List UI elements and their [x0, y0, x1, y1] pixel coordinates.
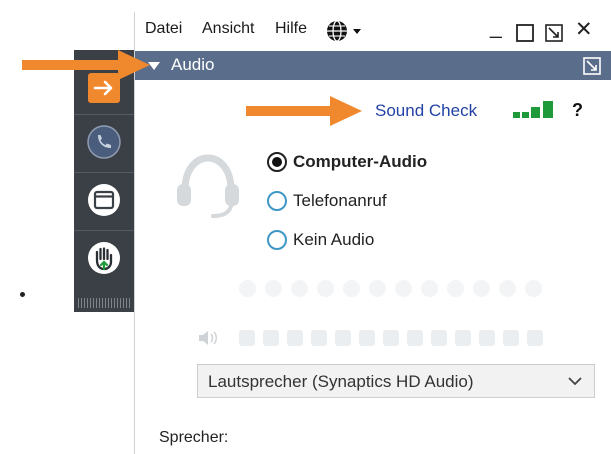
tutorial-arrow-icon: [246, 96, 362, 126]
speaker-device-value: Lautsprecher (Synaptics HD Audio): [208, 372, 474, 391]
toolbar-grip[interactable]: [78, 298, 130, 308]
raise-hand-icon: [88, 242, 120, 274]
radio-button[interactable]: [267, 191, 287, 211]
sound-check-link[interactable]: Sound Check: [375, 101, 477, 121]
popout-icon: [545, 24, 563, 42]
radio-telephone[interactable]: Telefonanruf: [267, 188, 387, 214]
raise-hand-button[interactable]: [80, 234, 128, 282]
help-button[interactable]: ?: [572, 100, 583, 121]
audio-window: Datei Ansicht Hilfe _ ✕ Audio Sound Chec…: [134, 12, 611, 454]
menu-file[interactable]: Datei: [145, 20, 182, 38]
minimize-button[interactable]: _: [490, 16, 502, 40]
window-icon: [88, 184, 120, 216]
maximize-icon: [516, 24, 534, 42]
radio-no-audio[interactable]: Kein Audio: [267, 227, 374, 253]
menu-view[interactable]: Ansicht: [202, 20, 254, 38]
audio-panel-header[interactable]: Audio: [135, 51, 611, 80]
radio-button[interactable]: [267, 230, 287, 250]
speaker-volume-icon: [199, 331, 217, 345]
headset-icon: [177, 154, 239, 218]
speaker-device-select[interactable]: Lautsprecher (Synaptics HD Audio): [197, 364, 595, 398]
panel-popout-icon[interactable]: [583, 57, 601, 75]
speaker-level-meter: [239, 330, 551, 346]
tutorial-arrow-icon: [22, 50, 150, 80]
mic-level-meter: [239, 280, 551, 297]
menu-help[interactable]: Hilfe: [275, 20, 307, 38]
left-toolbar: [74, 50, 134, 312]
phone-icon: [87, 125, 121, 159]
menu-bar: Datei Ansicht Hilfe _ ✕: [135, 12, 611, 48]
popout-button[interactable]: [545, 24, 563, 47]
panel-title: Audio: [171, 55, 215, 74]
radio-label: Computer-Audio: [293, 152, 428, 171]
speaker-label: Sprecher:: [159, 429, 229, 446]
window-button[interactable]: [80, 176, 128, 224]
chevron-down-icon: [568, 377, 582, 386]
radio-label: Telefonanruf: [293, 191, 387, 210]
close-button[interactable]: ✕: [575, 18, 593, 42]
stray-dot: [20, 292, 25, 297]
signal-strength-icon: [513, 101, 553, 118]
maximize-button[interactable]: [516, 24, 534, 47]
phone-button[interactable]: [80, 118, 128, 166]
globe-icon: [327, 20, 361, 42]
radio-label: Kein Audio: [293, 230, 375, 249]
radio-button[interactable]: [267, 152, 287, 172]
language-menu[interactable]: [325, 18, 365, 49]
radio-computer-audio[interactable]: Computer-Audio: [267, 149, 427, 175]
